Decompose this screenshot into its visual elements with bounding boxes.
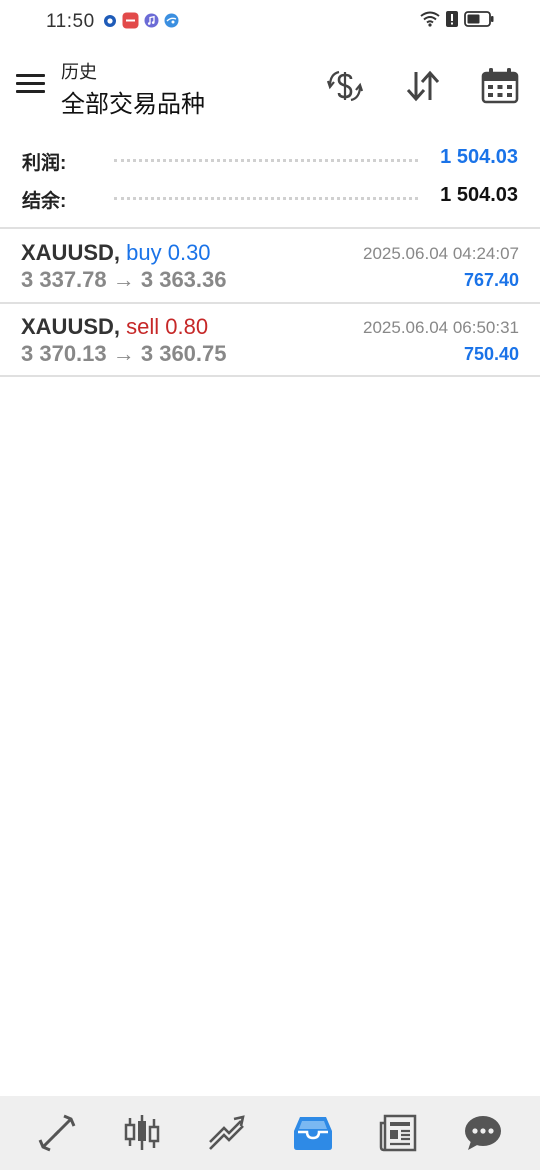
chart-candles-icon xyxy=(124,1115,160,1150)
status-bar: 11:50 xyxy=(0,0,540,44)
sort-icon[interactable] xyxy=(403,66,443,106)
symbol-filter-title[interactable]: 全部交易品种 xyxy=(61,84,205,119)
calendar-icon[interactable] xyxy=(480,66,520,106)
profit-label: 利润: xyxy=(22,153,67,174)
balance-label: 结余: xyxy=(22,191,67,212)
trade-time: 2025.06.04 04:24:07 xyxy=(363,244,519,263)
wifi-icon xyxy=(420,11,440,27)
app-notification-icon xyxy=(104,14,116,27)
browser-icon xyxy=(164,13,179,28)
trade-side-volume: buy 0.30 xyxy=(126,240,211,265)
nav-trade[interactable] xyxy=(195,1106,259,1160)
history-inbox-icon xyxy=(293,1117,332,1150)
system-icons xyxy=(420,11,494,27)
menu-bar-3 xyxy=(16,90,45,93)
trade-profit: 767.40 xyxy=(463,270,519,290)
nav-chart[interactable] xyxy=(110,1106,174,1160)
profit-value: 1 504.03 xyxy=(440,146,518,168)
music-icon xyxy=(144,13,159,28)
trade-time: 2025.06.04 06:50:31 xyxy=(363,318,519,337)
nav-quotes[interactable] xyxy=(25,1106,89,1160)
menu-bar-1 xyxy=(16,74,45,77)
trade-prices: 3 370.13 → 3 360.75 xyxy=(21,341,227,366)
trade-prices: 3 337.78 → 3 363.36 xyxy=(21,267,227,292)
divider xyxy=(0,227,540,229)
trade-symbol: XAUUSD, xyxy=(21,314,121,339)
trade-profit: 750.40 xyxy=(463,344,519,364)
news-icon xyxy=(379,1114,417,1152)
nav-chat[interactable] xyxy=(451,1106,515,1160)
alert-icon xyxy=(446,11,458,27)
history-summary: 利润: 1 504.03 结余: 1 504.03 xyxy=(0,140,540,216)
trade-title: XAUUSD, buy 0.30 xyxy=(21,240,211,266)
trade-row[interactable]: XAUUSD, buy 0.30 3 337.78 → 3 363.36 202… xyxy=(0,230,540,302)
app-header: 历史 全部交易品种 xyxy=(0,44,540,130)
divider xyxy=(0,375,540,377)
dotted-leader xyxy=(114,159,418,162)
trade-symbol: XAUUSD, xyxy=(21,240,121,265)
header-subtitle: 历史 xyxy=(61,62,97,82)
nav-news[interactable] xyxy=(366,1106,430,1160)
balance-row: 结余: 1 504.03 xyxy=(0,178,540,216)
balance-value: 1 504.03 xyxy=(440,184,518,206)
notification-icons xyxy=(103,12,179,29)
nav-history[interactable] xyxy=(281,1106,345,1160)
red-app-icon xyxy=(122,12,139,29)
chat-icon xyxy=(465,1116,502,1150)
trade-side-volume: sell 0.80 xyxy=(126,314,209,339)
menu-bar-2 xyxy=(16,82,45,85)
bottom-navigation xyxy=(0,1096,540,1170)
status-time: 11:50 xyxy=(46,11,95,32)
trade-row[interactable]: XAUUSD, sell 0.80 3 370.13 → 3 360.75 20… xyxy=(0,304,540,376)
dotted-leader xyxy=(114,197,418,200)
quotes-icon xyxy=(38,1114,76,1152)
trade-icon xyxy=(209,1115,246,1150)
trade-title: XAUUSD, sell 0.80 xyxy=(21,314,208,340)
dollar-exchange-icon[interactable] xyxy=(325,66,365,106)
battery-icon xyxy=(464,11,494,27)
hamburger-menu-button[interactable] xyxy=(16,74,45,98)
profit-row: 利润: 1 504.03 xyxy=(0,140,540,178)
